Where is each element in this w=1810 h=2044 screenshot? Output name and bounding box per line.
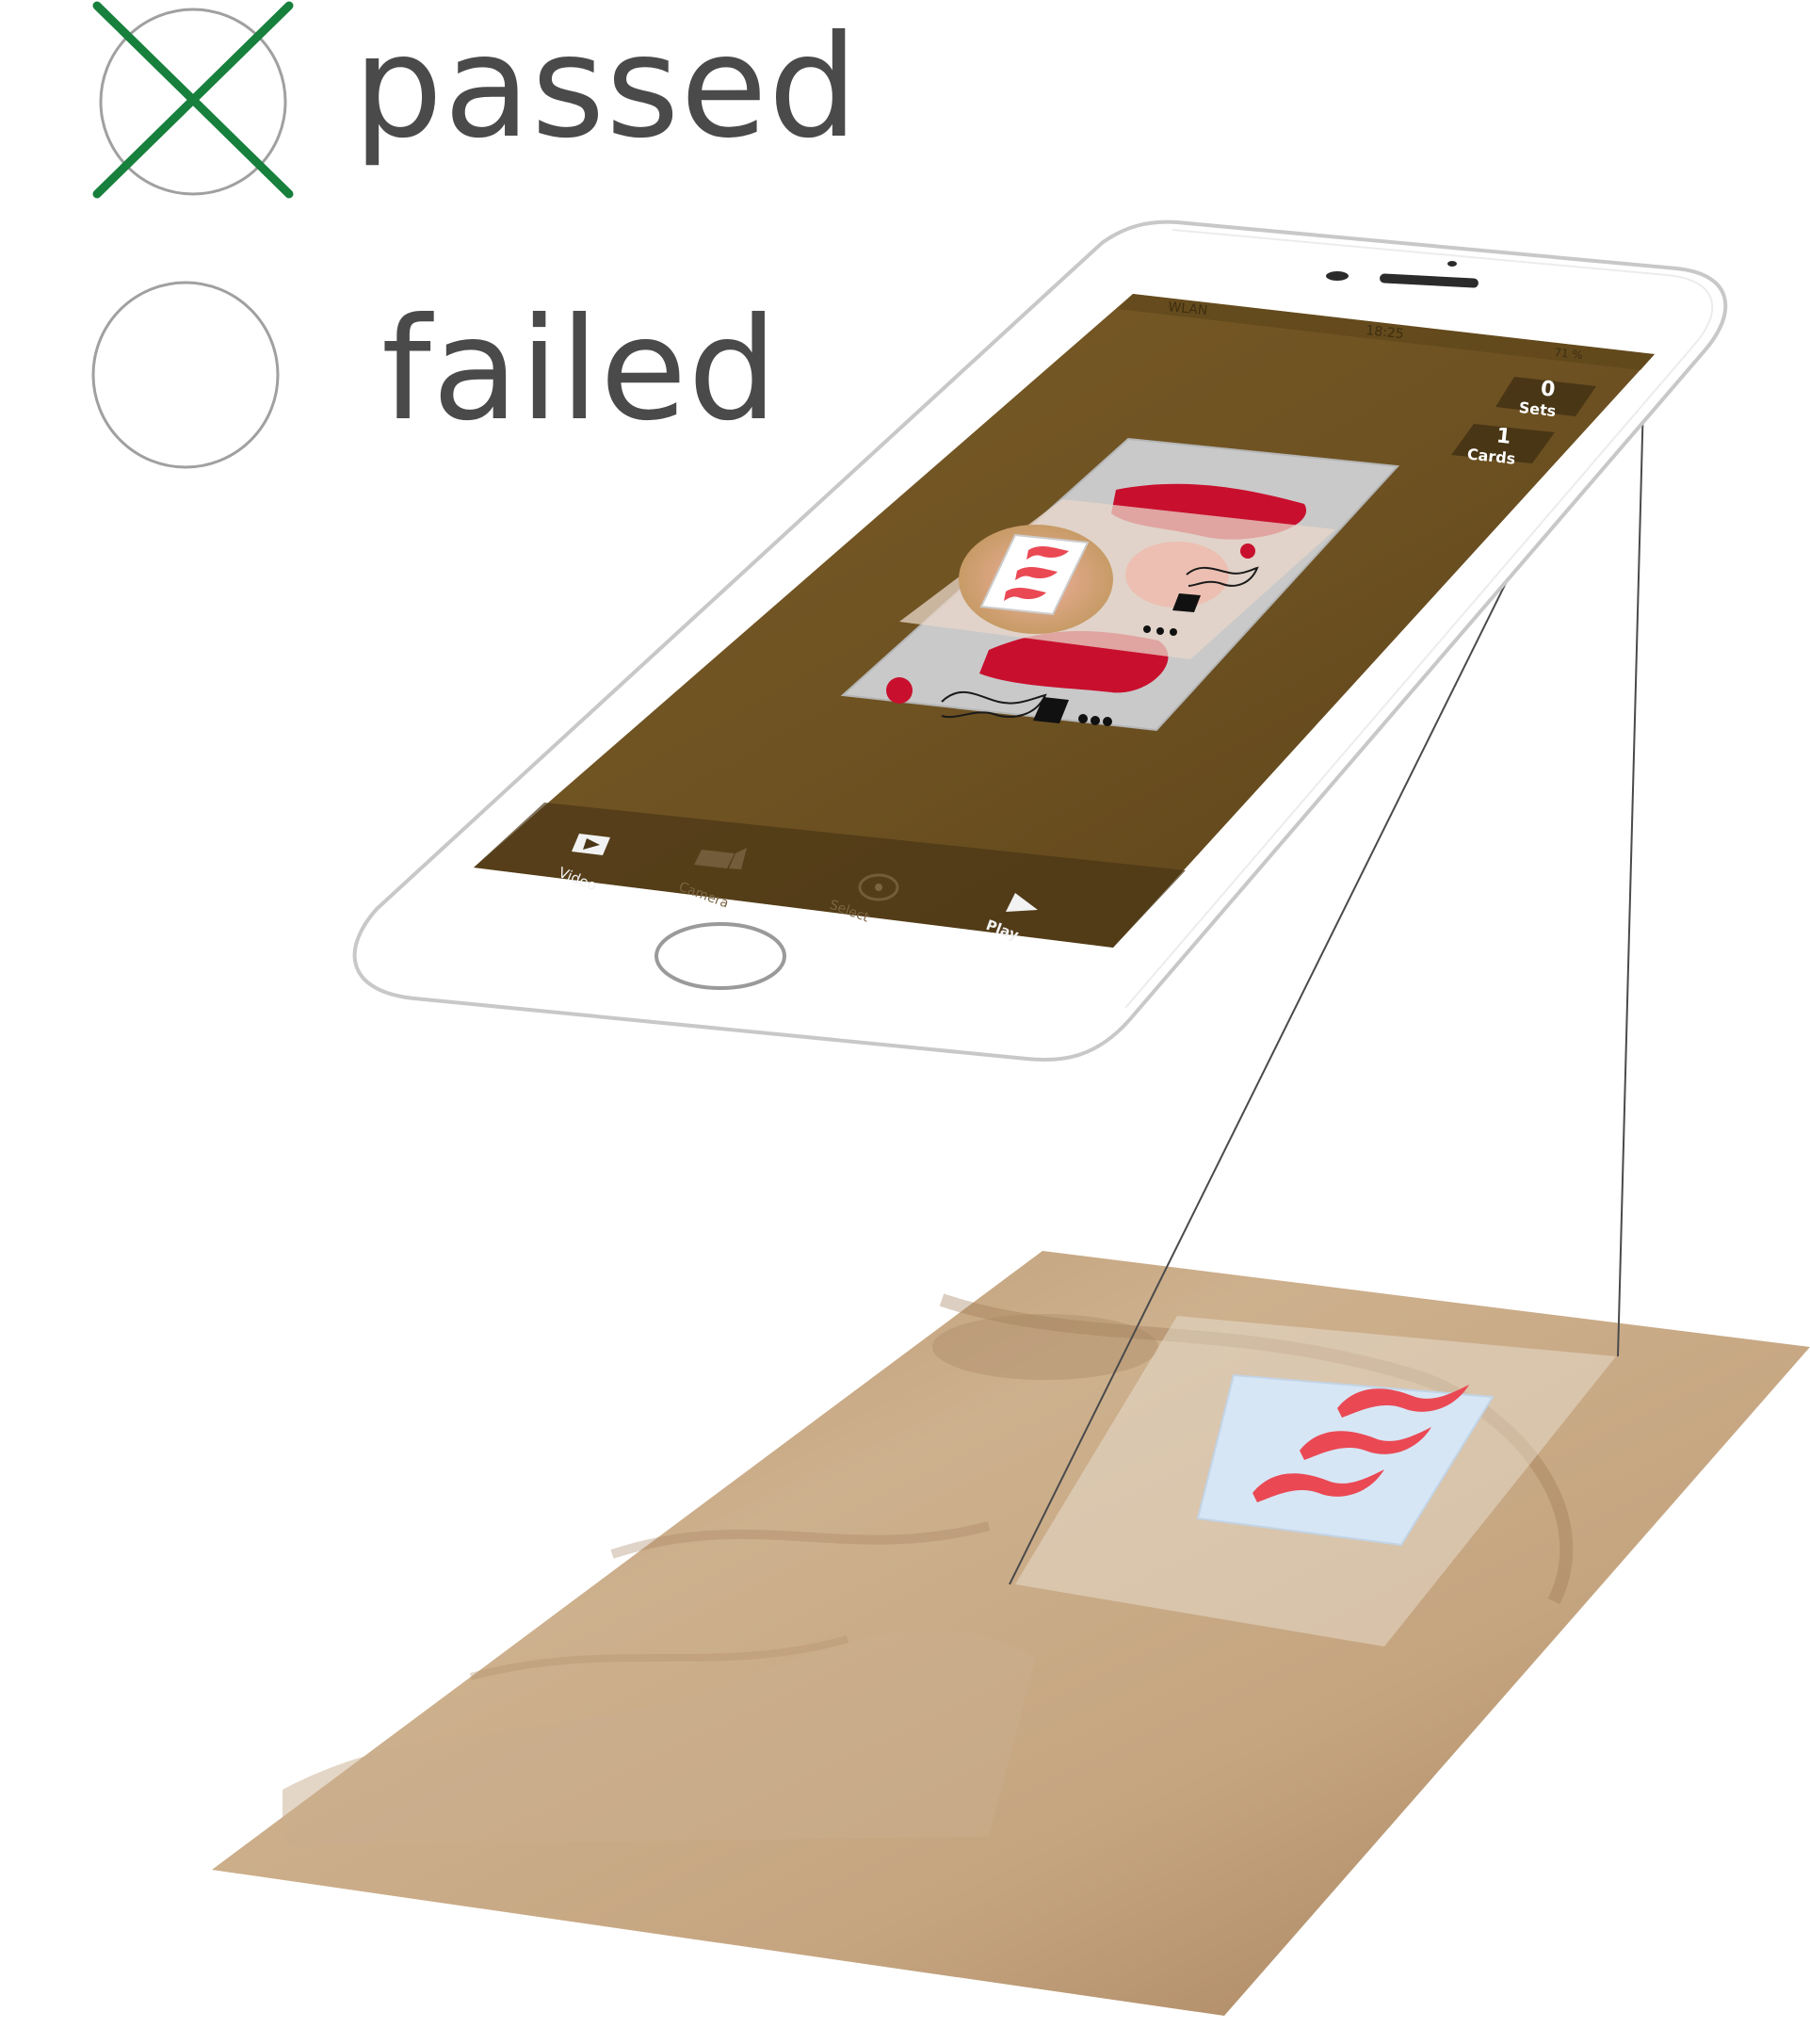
failed-legend-icon [91,281,280,469]
passed-legend-icon [92,1,294,199]
projection-line-right [1617,399,1644,1357]
cards-count-value: 1 [1495,424,1512,448]
failed-label: failed [381,288,779,452]
home-button[interactable] [655,922,786,990]
ar-scene-illustration: 0 Sets 1 Cards WLAN 18:25 71 % Video Cam… [91,1,1810,2016]
passed-label: passed [353,6,859,170]
front-camera [1326,271,1349,281]
sets-count-value: 0 [1540,377,1557,401]
